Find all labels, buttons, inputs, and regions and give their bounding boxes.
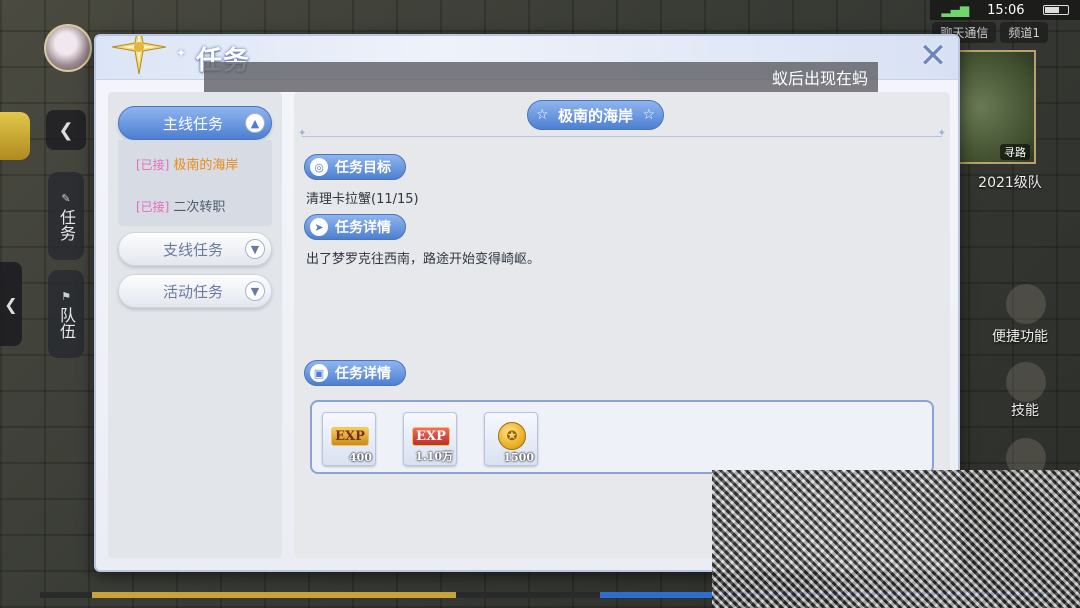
accepted-tag: [已接]: [136, 158, 170, 172]
detail-section-header: ➤ 任务详情: [304, 214, 406, 240]
category-side-quest[interactable]: 支线任务 ▼: [118, 232, 272, 266]
category-event-quest[interactable]: 活动任务 ▼: [118, 274, 272, 308]
quest-list-item[interactable]: [已接] 极南的海岸: [136, 154, 238, 173]
exp-icon: EXP: [331, 420, 369, 452]
gift-icon: ▣: [310, 364, 328, 382]
star-icon: ☆: [642, 107, 656, 123]
sparkle-icon: ✦: [176, 46, 187, 60]
chevron-down-icon: ▼: [245, 239, 265, 259]
quest-title-banner: ☆ 极南的海岸 ☆: [527, 100, 665, 130]
goal-text: 清理卡拉蟹(11/15): [306, 192, 419, 207]
hud-right-label[interactable]: 便捷功能: [980, 326, 1060, 346]
main-quest-sublist: [已接] 极南的海岸 [已接] 二次转职: [118, 140, 272, 226]
skill-icon[interactable]: [1006, 362, 1046, 402]
hud-right-label: 2021级队: [978, 175, 1042, 191]
reward-quantity: 1.10万: [415, 450, 453, 463]
section-title: 任务目标: [335, 160, 391, 176]
target-icon: ◎: [310, 158, 328, 176]
divider: [298, 128, 946, 139]
reward-section-header: ▣ 任务详情: [304, 360, 406, 386]
reward-quantity: 400: [349, 451, 372, 464]
wifi-icon: ▂▄▆: [941, 3, 970, 17]
shortcut-icon[interactable]: [1006, 284, 1046, 324]
category-main-quest[interactable]: 主线任务 ▲: [118, 106, 272, 140]
chevron-down-icon: ▼: [245, 281, 265, 301]
detail-text: 出了梦罗克往西南，路途开始变得崎岖。: [306, 252, 541, 267]
announcement-banner: 蚁后出现在蚂: [204, 62, 878, 92]
hud-task-tab[interactable]: ✎ 任务: [48, 172, 84, 260]
goal-section-header: ◎ 任务目标: [304, 154, 406, 180]
player-avatar[interactable]: [44, 24, 92, 72]
battery-icon: [1042, 5, 1069, 15]
obscured-region: [712, 470, 1080, 608]
quest-tracker-icon[interactable]: [0, 112, 30, 160]
minimap-find-path[interactable]: 寻路: [1000, 144, 1030, 160]
hp-fill: [92, 592, 456, 598]
gold-coin-icon: ✪: [494, 420, 530, 452]
device-status-bar: ▂▄▆ 15:06: [930, 0, 1080, 20]
category-label: 支线任务: [163, 240, 224, 259]
compass-emblem-icon: [112, 36, 166, 74]
quest-category-list: 主线任务 ▲ [已接] 极南的海岸 [已接] 二次转职 支线任务 ▼ 活动任务 ▼: [108, 92, 282, 558]
send-icon: ➤: [310, 218, 328, 236]
reward-quantity: 1500: [503, 451, 534, 464]
hud-top-tab[interactable]: 频道1: [1000, 22, 1048, 43]
clock: 15:06: [987, 2, 1025, 18]
scroll-icon: ✎: [61, 191, 71, 205]
flag-icon: ⚑: [61, 289, 71, 303]
hud-team-label: 队伍: [57, 306, 76, 339]
quest-list-item[interactable]: [已接] 二次转职: [136, 196, 225, 215]
section-title: 任务详情: [335, 220, 391, 236]
quest-list-name: 极南的海岸: [173, 158, 239, 173]
star-icon: ☆: [536, 107, 549, 123]
chevron-up-icon: ▲: [245, 113, 265, 133]
reward-item[interactable]: EXP 400: [322, 412, 376, 466]
close-button[interactable]: ✕: [916, 39, 950, 74]
quest-list-name: 二次转职: [173, 200, 226, 215]
category-label: 主线任务: [163, 114, 224, 133]
quest-title: 极南的海岸: [558, 106, 634, 125]
section-title: 任务详情: [335, 366, 391, 382]
hud-right-label[interactable]: 技能: [990, 400, 1060, 420]
accepted-tag: [已接]: [136, 200, 170, 214]
expand-left-arrow-icon[interactable]: ❮: [0, 262, 22, 346]
hud-team-tab[interactable]: ⚑ 队伍: [48, 270, 84, 358]
category-label: 活动任务: [163, 282, 224, 301]
collapse-left-icon[interactable]: ❮: [46, 110, 86, 150]
hud-task-label: 任务: [57, 208, 76, 241]
reward-list: EXP 400 EXP 1.10万 ✪ 1500: [310, 400, 934, 474]
reward-item[interactable]: ✪ 1500: [484, 412, 538, 466]
reward-item[interactable]: EXP 1.10万: [403, 412, 457, 466]
